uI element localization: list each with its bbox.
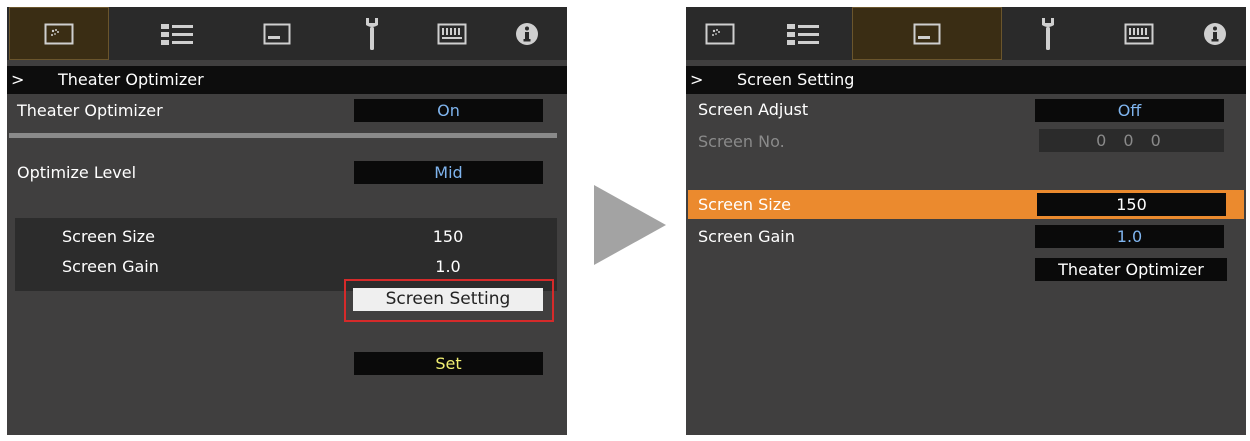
display-icon: [913, 23, 941, 44]
tab-function[interactable]: [417, 7, 487, 60]
menu-tab-bar: [686, 7, 1246, 60]
info-icon: [1204, 22, 1226, 45]
tab-picture[interactable]: [9, 7, 109, 60]
screen-no-value: 0 0 0: [1039, 129, 1224, 152]
tab-settings-list[interactable]: [127, 7, 227, 60]
picture-icon: [705, 23, 735, 44]
tab-installation[interactable]: [1002, 7, 1094, 60]
picture-icon: [44, 23, 74, 44]
screen-size-label: Screen Size: [62, 227, 155, 246]
page-title: Theater Optimizer: [58, 70, 204, 89]
tab-display[interactable]: [227, 7, 327, 60]
info-icon: [516, 22, 538, 45]
tab-function[interactable]: [1094, 7, 1184, 60]
divider: [9, 133, 557, 138]
wrench-icon: [1042, 17, 1054, 50]
grid-icon: [437, 23, 467, 44]
screen-gain-value: 1.0: [435, 257, 461, 276]
theater-optimizer-button[interactable]: Theater Optimizer: [1035, 258, 1227, 281]
tab-installation[interactable]: [327, 7, 417, 60]
settings-list-icon: [787, 23, 819, 45]
next-arrow-icon: [594, 185, 666, 265]
menu-tab-bar: [7, 7, 567, 60]
screen-gain-label: Screen Gain: [698, 227, 795, 246]
tab-picture[interactable]: [686, 7, 754, 60]
tab-information[interactable]: [487, 7, 567, 60]
screen-no-label: Screen No.: [698, 132, 785, 151]
settings-list-icon: [161, 23, 193, 45]
display-icon: [263, 23, 291, 44]
theater-optimizer-panel: > Theater Optimizer Theater Optimizer On…: [7, 7, 567, 435]
screen-size-label: Screen Size: [698, 195, 791, 214]
breadcrumb-caret: >: [11, 70, 25, 89]
menu-title-bar: > Theater Optimizer: [7, 66, 567, 94]
screen-setting-panel: > Screen Setting Screen Adjust Off Scree…: [686, 7, 1246, 435]
menu-title-bar: > Screen Setting: [686, 66, 1246, 94]
breadcrumb-caret: >: [690, 70, 704, 89]
tab-settings-list[interactable]: [754, 7, 852, 60]
wrench-icon: [366, 17, 378, 50]
screen-adjust-value[interactable]: Off: [1035, 99, 1224, 122]
grid-icon: [1124, 23, 1154, 44]
screen-size-value: 150: [432, 227, 464, 246]
screen-adjust-label: Screen Adjust: [698, 100, 809, 119]
screen-gain-value[interactable]: 1.0: [1035, 225, 1224, 248]
optimize-level-label: Optimize Level: [17, 163, 137, 182]
screen-gain-label: Screen Gain: [62, 257, 159, 276]
optimize-level-value[interactable]: Mid: [354, 161, 543, 184]
set-button[interactable]: Set: [354, 352, 543, 375]
page-title: Screen Setting: [737, 70, 855, 89]
theater-optimizer-label: Theater Optimizer: [17, 101, 163, 120]
highlight-frame: [344, 279, 554, 322]
tab-information[interactable]: [1184, 7, 1246, 60]
screen-size-value[interactable]: 150: [1037, 193, 1226, 216]
tab-display[interactable]: [852, 7, 1002, 60]
theater-optimizer-value[interactable]: On: [354, 99, 543, 122]
